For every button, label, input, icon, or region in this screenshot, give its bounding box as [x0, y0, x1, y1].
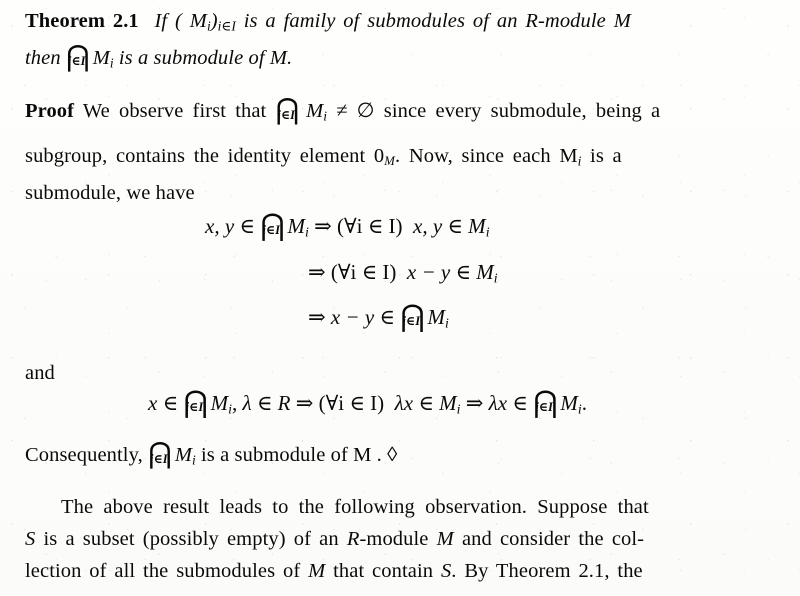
tail-line2-f: and consider the col- [461, 528, 645, 550]
proof-block: Proof We observe first that ⋂ i∈I Mi ≠ ∅ … [25, 94, 775, 208]
proof-line2-a: subgroup, contains the identity element … [25, 144, 385, 167]
eq2-rhs: λx ∈ [488, 391, 528, 415]
implies-arrow-icon: ⇒ [465, 391, 484, 415]
proof-line1-m: M [306, 100, 324, 122]
theorem-label: Theorem [25, 10, 106, 32]
implies-arrow-icon: ⇒ [308, 260, 326, 284]
proof-zero-sub: M [384, 153, 395, 168]
eq1l2-rhs: x − y ∈ M [406, 260, 494, 284]
eq2-mid: , λ ∈ R [232, 391, 291, 415]
proof-line-3: submodule, we have [25, 182, 195, 205]
eq1l3-sub: i [445, 315, 449, 331]
eq2-lhs: x ∈ [148, 391, 179, 415]
intersection-operator-icon: ⋂ i∈I [260, 209, 285, 243]
tail-line3-a: lection of all the submodules of [25, 560, 301, 582]
theorem-text-c: is a family of submodules of an R-module… [243, 10, 631, 32]
tail-line3-e: . By Theorem 2.1, the [451, 560, 643, 582]
theorem-text-a: If ( M [154, 10, 207, 32]
tail-M-2: M [308, 560, 326, 582]
tail-S-2: S [440, 560, 452, 582]
eq1l2-rhs-sub: i [493, 270, 498, 286]
eq1l1-rhs: x, y ∈ M [413, 214, 486, 238]
display-equation-1-line-1: x, y ∈ ⋂ i∈I Mi ⇒ (∀i ∈ I) x, y ∈ Mi [205, 211, 490, 241]
display-equation-2: x ∈ ⋂ i∈I Mi, λ ∈ R ⇒ (∀i ∈ I) λx ∈ Mi ⇒ … [148, 388, 587, 418]
page-content: Theorem 2.1 If ( M i)i∈I is a family of s… [25, 0, 775, 596]
display-equation-1-line-2: ⇒ (∀i ∈ I) x − y ∈ Mi [308, 260, 498, 287]
eq2-m1: M [210, 391, 229, 415]
proof-line1-c: ≠ ∅ since every submodule, being a [336, 100, 661, 122]
proof-line2-c: is a [590, 144, 622, 167]
eq1l1-quantifier: (∀i ∈ I) [336, 214, 403, 238]
tail-R: R [346, 528, 360, 550]
connective-and: and [25, 358, 775, 388]
theorem-line-2: then ⋂ i∈I Mi is a submodule of M. [25, 40, 775, 79]
eq1l1-lhs: x, y ∈ [205, 214, 255, 238]
consequently-m: M [174, 444, 193, 466]
theorem-index-limit: i∈I [217, 18, 236, 34]
eq2-period: . [581, 391, 587, 415]
proof-line-1: Proof We observe first that ⋂ i∈I Mi ≠ ∅ … [25, 94, 775, 132]
intersection-operator-icon: ⋂ i∈I [183, 386, 208, 420]
eq1l3-m: M [427, 305, 446, 329]
theorem-line2-m: M [92, 46, 110, 69]
implies-arrow-icon: ⇒ [314, 214, 332, 238]
tail-line2-d: -module [359, 528, 429, 550]
intersection-operator-icon: ⋂ i∈I [533, 386, 558, 420]
proof-line2-b: . Now, since each M [394, 144, 578, 167]
proof-line2-sub2: i [577, 153, 582, 169]
intersection-operator-icon: ⋂ i∈I [400, 300, 425, 334]
tail-S-1: S [25, 528, 36, 550]
theorem-text-b: ) [210, 10, 218, 32]
tail-line-1: The above result leads to the following … [61, 496, 649, 518]
proof-line-2: subgroup, contains the identity element … [25, 141, 775, 177]
intersection-operator-icon: ⋂ i∈I [275, 94, 300, 127]
intersection-operator-icon: ⋂ i∈I [65, 40, 90, 73]
consequently-line: Consequently, ⋂ i∈I Mi is a submodule of … [25, 438, 775, 476]
consequently-sub: i [192, 452, 196, 468]
consequently-b: is a submodule of M . ◊ [201, 444, 398, 466]
tail-line-3: lection of all the submodules of M that … [25, 556, 775, 586]
theorem-line-1: Theorem 2.1 If ( Mi)i∈I is a family of s… [25, 6, 775, 42]
proof-line1-a: We observe first that [82, 100, 267, 122]
tail-line-2: S is a subset (possibly empty) of an R-m… [25, 524, 775, 554]
implies-arrow-icon: ⇒ [295, 391, 314, 415]
tail-line2-b: is a subset (possibly empty) of an [43, 528, 339, 550]
theorem-line2-a: then [25, 46, 61, 69]
observation-paragraph: The above result leads to the following … [25, 492, 775, 586]
tail-line3-c: that contain [333, 560, 434, 582]
eq2-quantifier: (∀i ∈ I) [318, 391, 385, 415]
tail-M-1: M [436, 528, 454, 550]
theorem-number: 2.1 [112, 10, 139, 32]
theorem-statement: Theorem 2.1 If ( M i)i∈I is a family of s… [25, 6, 775, 78]
consequently-a: Consequently, [25, 444, 143, 466]
proof-label: Proof [25, 100, 75, 122]
eq1l1-rhs-sub: i [485, 224, 490, 240]
eq2-mid2: λx ∈ M [394, 391, 457, 415]
consequently-row: Consequently, ⋂ i∈I Mi is a submodule of … [25, 438, 775, 476]
eq2-sub2: i [456, 401, 461, 417]
eq1l3-lhs: x − y ∈ [330, 305, 395, 329]
proof-line1-sub: i [323, 108, 328, 124]
connective-and-text: and [25, 362, 55, 384]
eq1l2-quantifier: (∀i ∈ I) [330, 260, 397, 284]
intersection-operator-icon: ⋂ i∈I [148, 438, 173, 471]
theorem-line2-sub: i [109, 55, 114, 71]
display-equation-1-line-3: ⇒ x − y ∈ ⋂ i∈I Mi [308, 302, 449, 332]
eq1l1-sub: i [304, 224, 309, 240]
theorem-line2-c: is a submodule of M. [118, 46, 293, 69]
implies-arrow-icon: ⇒ [308, 305, 326, 329]
eq1l1-m: M [287, 214, 305, 238]
eq2-m2: M [560, 391, 578, 415]
